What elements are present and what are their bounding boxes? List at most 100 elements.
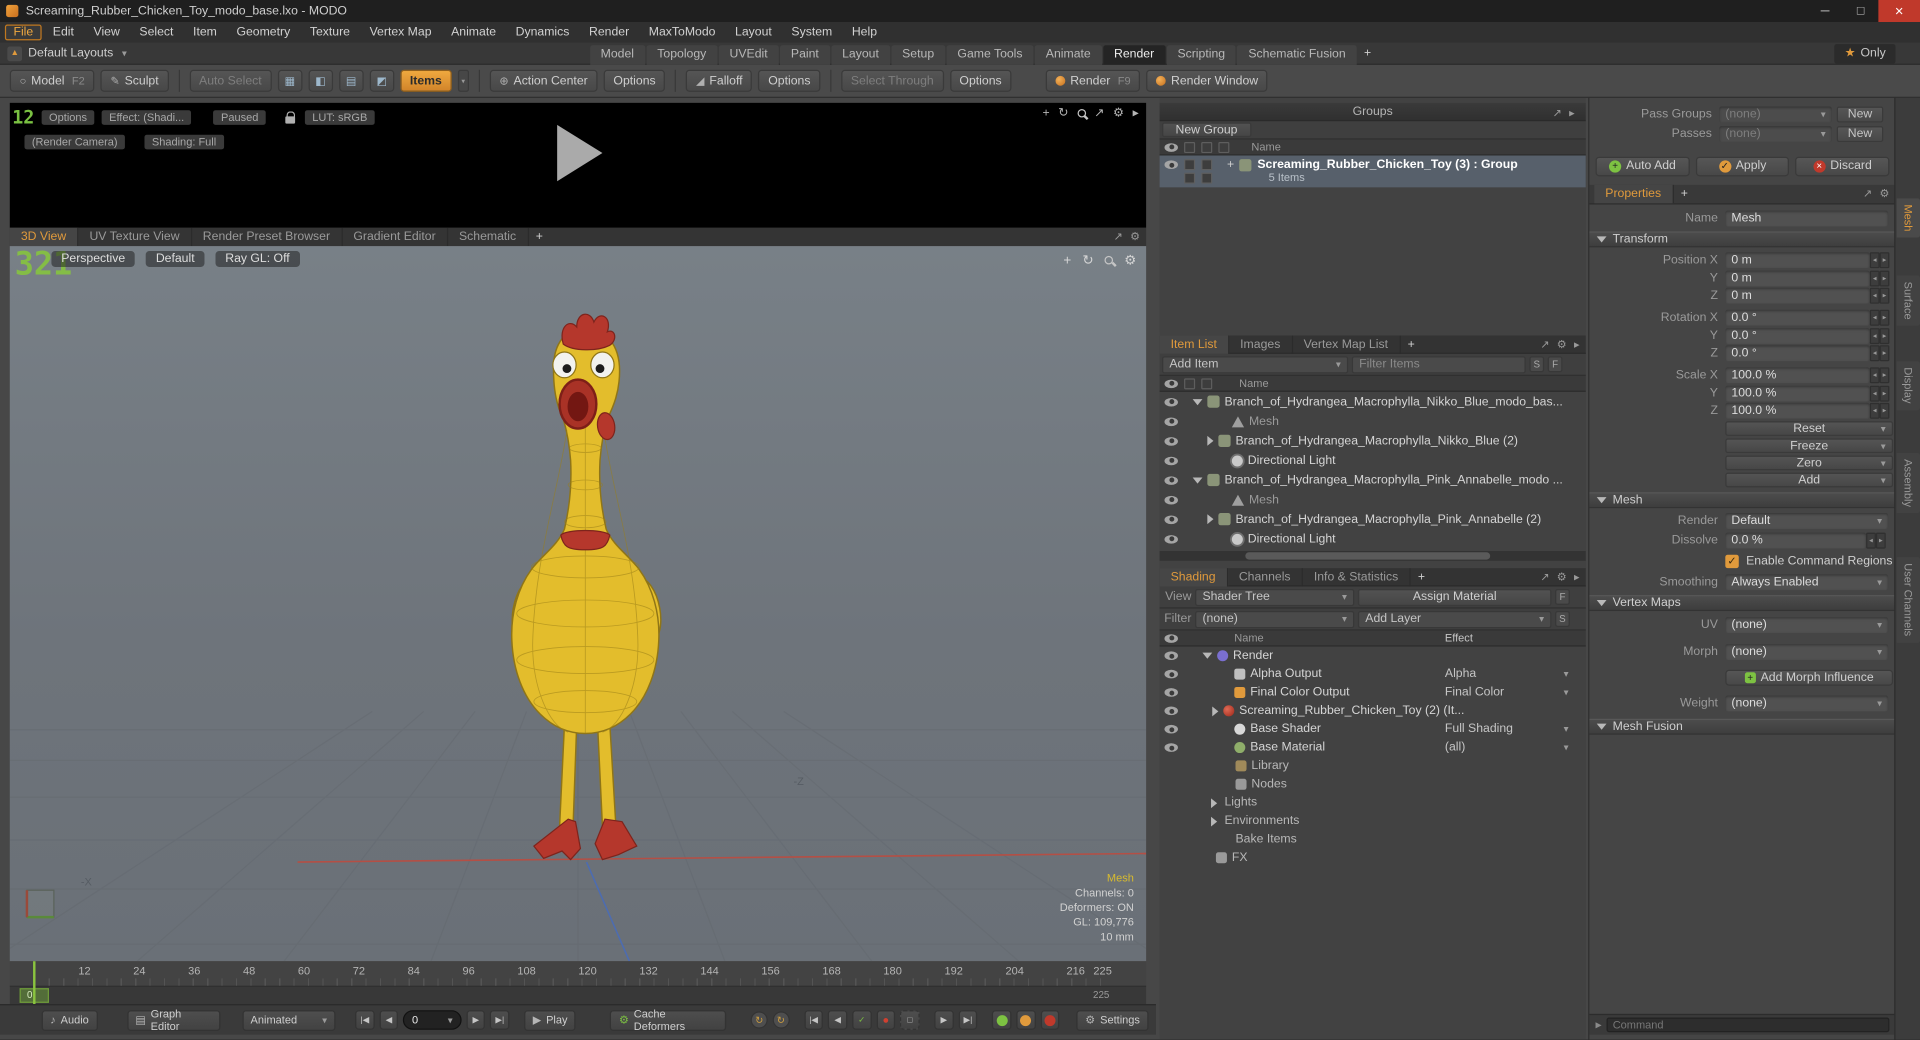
only-filter-button[interactable]: ★ Only	[1835, 43, 1896, 63]
shader-row[interactable]: Base Material (all) ▾	[1160, 738, 1586, 756]
remove-key-red-button[interactable]	[1040, 1010, 1059, 1030]
play-button[interactable]: ▶ Play	[524, 1010, 576, 1031]
expand-arrow-icon[interactable]	[1193, 477, 1203, 483]
group-sub-toggle[interactable]	[1184, 172, 1195, 183]
shader-row[interactable]: FX	[1160, 849, 1586, 867]
group-lock-toggle[interactable]	[1201, 159, 1212, 170]
viewport-projection-button[interactable]: Perspective	[51, 251, 135, 267]
shader-row[interactable]: Alpha Output Alpha ▾	[1160, 665, 1586, 683]
add-key-orange-button[interactable]	[1016, 1010, 1035, 1030]
shader-row[interactable]: Screaming_Rubber_Chicken_Toy (2) (It...	[1160, 702, 1586, 720]
auto-select-button[interactable]: Auto Select	[189, 70, 271, 92]
item-row[interactable]: Directional Light	[1160, 451, 1586, 471]
transform-value-field[interactable]: 100.0 %	[1725, 403, 1869, 419]
previous-key-button[interactable]: |◀	[804, 1010, 823, 1030]
transform-value-field[interactable]: 0 m	[1725, 288, 1869, 304]
shading-tab[interactable]: Shading	[1160, 568, 1228, 586]
go-to-end-button[interactable]: ▶|	[490, 1010, 509, 1030]
viewport-tab[interactable]: Schematic	[448, 228, 528, 246]
add-viewport-tab-button[interactable]: +	[528, 228, 550, 246]
panel-menu-arrow-icon[interactable]: ▸	[1569, 107, 1575, 120]
pre view-options-button[interactable]: Options	[42, 110, 95, 125]
menu-item[interactable]: MaxToModo	[640, 24, 724, 40]
effect-value[interactable]: (all)	[1445, 741, 1465, 754]
expand-icon[interactable]: ↗	[1553, 107, 1562, 120]
add-item-dropdown[interactable]: Add Item ▾	[1162, 356, 1348, 373]
item-row[interactable]: Branch_of_Hydrangea_Macrophylla_Nikko_Bl…	[1160, 392, 1586, 412]
auto-add-button[interactable]: + Auto Add	[1596, 156, 1690, 176]
expand-icon[interactable]: ↗	[1540, 337, 1549, 350]
mini-decrement-button[interactable]: ◂	[1866, 533, 1876, 549]
layout-tab[interactable]: Topology	[646, 45, 717, 65]
select-edges-icon-button[interactable]: ◧	[308, 70, 332, 92]
item-visibility-eye-icon[interactable]	[1164, 515, 1177, 524]
settings-button[interactable]: ⚙ Settings	[1077, 1010, 1149, 1031]
menu-item[interactable]: Layout	[726, 24, 780, 40]
layer-visibility-eye-icon[interactable]	[1164, 670, 1177, 679]
action-center-button[interactable]: ⊕ Action Center	[490, 70, 598, 92]
frame-spinner-icon[interactable]: ▾	[448, 1014, 453, 1025]
new-pass-group-button[interactable]: New	[1837, 107, 1884, 123]
record-button[interactable]: ●	[876, 1010, 895, 1030]
layer-visibility-eye-icon[interactable]	[1164, 707, 1177, 716]
transform-value-field[interactable]: 100.0 %	[1725, 367, 1869, 383]
add-properties-tab-button[interactable]: +	[1673, 185, 1695, 203]
menu-item[interactable]: Render	[580, 24, 637, 40]
mesh-section-header[interactable]: Mesh	[1589, 492, 1895, 508]
assign-material-button[interactable]: Assign Material	[1358, 588, 1551, 605]
layout-tab[interactable]: Paint	[780, 45, 830, 65]
layer-visibility-eye-icon[interactable]	[1164, 651, 1177, 660]
item-row[interactable]: Directional Light	[1160, 529, 1586, 549]
smoothing-dropdown[interactable]: Always Enabled ▾	[1725, 574, 1888, 590]
item-visibility-eye-icon[interactable]	[1164, 456, 1177, 465]
shader-row[interactable]: Bake Items	[1160, 830, 1586, 848]
transform-value-field[interactable]: 100.0 %	[1725, 385, 1869, 401]
graph-editor-button[interactable]: ▤ Graph Editor	[127, 1010, 220, 1031]
transform-action-button[interactable]: Freeze ▾	[1725, 438, 1893, 453]
group-sub-toggle[interactable]	[1201, 172, 1212, 183]
group-row-selected[interactable]: + Screaming_Rubber_Chicken_Toy (3) : Gro…	[1160, 156, 1586, 188]
menu-item[interactable]: File	[5, 24, 42, 40]
close-button[interactable]: ×	[1878, 0, 1920, 22]
add-key-green-button[interactable]	[992, 1010, 1011, 1030]
vertex-maps-section-header[interactable]: Vertex Maps	[1589, 595, 1895, 611]
menu-item[interactable]: Vertex Map	[361, 24, 440, 40]
add-morph-influence-button[interactable]: + Add Morph Influence	[1725, 670, 1893, 686]
transform-value-field[interactable]: 0.0 °	[1725, 328, 1869, 344]
item-visibility-eye-icon[interactable]	[1164, 495, 1177, 504]
gear-icon[interactable]: ⚙	[1113, 107, 1124, 120]
menu-item[interactable]: Dynamics	[507, 24, 578, 40]
scrollbar-thumb[interactable]	[1245, 552, 1490, 559]
item-visibility-eye-icon[interactable]	[1164, 417, 1177, 426]
anim-mode-dropdown[interactable]: Animated ▾	[242, 1010, 336, 1031]
mini-increment-button[interactable]: ▸	[1880, 252, 1890, 268]
effect-dropdown-icon[interactable]: ▾	[1564, 742, 1569, 753]
mini-increment-button[interactable]: ▸	[1880, 385, 1890, 401]
shader-row[interactable]: Library	[1160, 757, 1586, 775]
transform-value-field[interactable]: 0 m	[1725, 252, 1869, 268]
menu-item[interactable]: Texture	[301, 24, 358, 40]
shading-tab[interactable]: Channels	[1228, 568, 1303, 586]
timeline-playhead[interactable]	[33, 961, 35, 1004]
layout-tab[interactable]: Layout	[831, 45, 890, 65]
panel-menu-arrow-icon[interactable]: ▸	[1133, 107, 1139, 120]
shader-filter-dropdown[interactable]: (none) ▾	[1195, 610, 1354, 627]
item-visibility-eye-icon[interactable]	[1164, 397, 1177, 406]
gear-icon[interactable]: ⚙	[1557, 337, 1567, 350]
timeline-ruler[interactable]: 1224364860728496108120132144156168180192…	[10, 961, 1146, 987]
group-visibility-eye-icon[interactable]	[1164, 160, 1177, 169]
key-step-fwd-button[interactable]: ▶	[934, 1010, 953, 1030]
layout-up-icon[interactable]: ▲	[7, 46, 22, 61]
shader-row[interactable]: Environments	[1160, 812, 1586, 830]
mini-decrement-button[interactable]: ◂	[1870, 310, 1880, 326]
current-frame-field[interactable]: 0 ▾	[403, 1010, 461, 1030]
scope-f-button[interactable]: F	[1548, 356, 1563, 372]
layout-tab[interactable]: Animate	[1035, 45, 1102, 65]
layer-visibility-eye-icon[interactable]	[1164, 688, 1177, 697]
add-shading-tab-button[interactable]: +	[1410, 568, 1432, 586]
mini-increment-button[interactable]: ▸	[1880, 288, 1890, 304]
effect-value[interactable]: Final Color	[1445, 686, 1504, 699]
mesh-fusion-section-header[interactable]: Mesh Fusion	[1589, 719, 1895, 735]
viewport-tab[interactable]: Gradient Editor	[342, 228, 448, 246]
item-row[interactable]: Branch_of_Hydrangea_Macrophylla_Pink_Ann…	[1160, 509, 1586, 529]
